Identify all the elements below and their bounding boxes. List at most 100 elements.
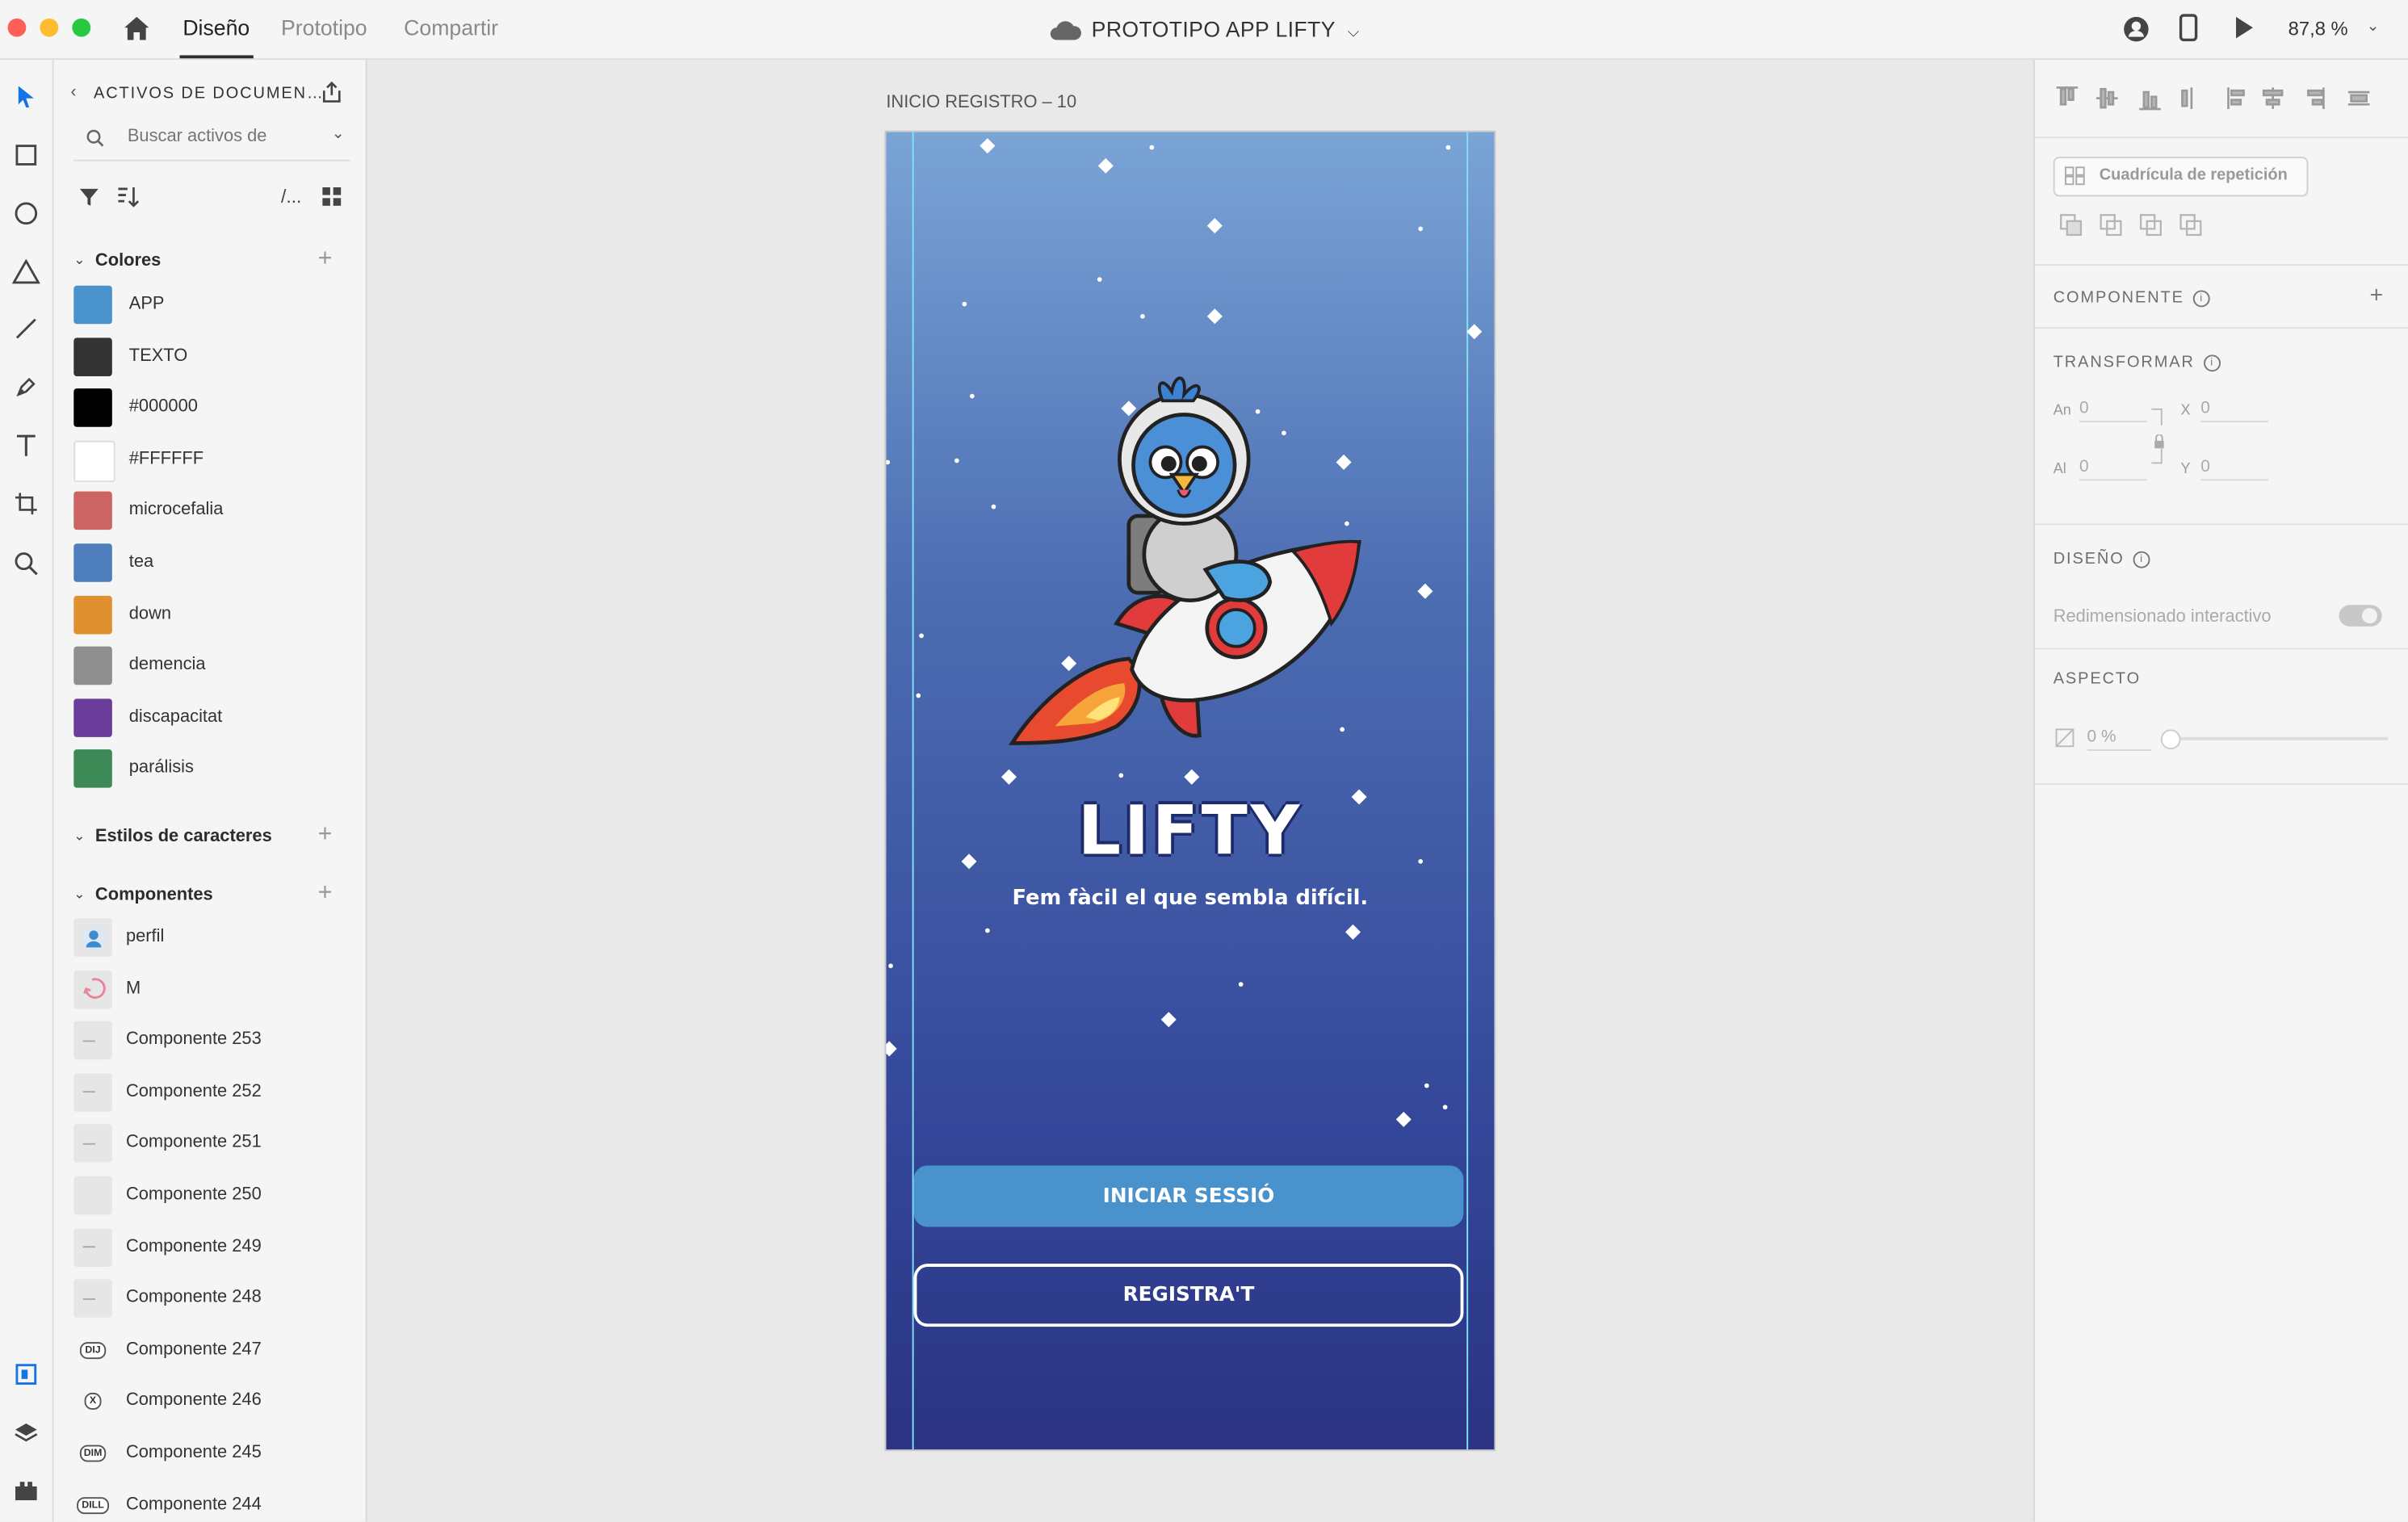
zoom-chevron-icon[interactable]: ⌄ <box>2367 19 2380 36</box>
component-row[interactable]: Componente 248 <box>73 1279 350 1319</box>
color-swatch-row[interactable]: down <box>73 595 350 635</box>
artboard-tool-icon[interactable] <box>6 484 46 523</box>
polygon-tool-icon[interactable] <box>6 252 46 291</box>
color-swatch-row[interactable]: parálisis <box>73 749 350 790</box>
info-icon[interactable]: i <box>2193 290 2211 308</box>
color-swatch-label: tea <box>128 552 154 572</box>
component-row[interactable]: DIJ Componente 247 <box>73 1331 350 1370</box>
add-component-icon[interactable]: + <box>318 881 333 905</box>
height-field[interactable]: 0 <box>2079 458 2147 481</box>
color-swatch[interactable] <box>73 492 112 530</box>
share-user-icon[interactable] <box>2122 15 2150 51</box>
char-styles-collapse-chevron-icon[interactable]: ⌄ <box>73 828 85 845</box>
y-field[interactable]: 0 <box>2200 458 2268 481</box>
ellipse-tool-icon[interactable] <box>6 194 46 233</box>
component-row[interactable]: Componente 252 <box>73 1072 350 1113</box>
layers-icon[interactable] <box>6 1413 46 1453</box>
y-label: Y <box>2180 460 2191 478</box>
select-tool-icon[interactable] <box>6 77 46 116</box>
search-input[interactable] <box>127 124 313 149</box>
opacity-slider-thumb[interactable] <box>2160 729 2181 750</box>
component-row[interactable]: perfil <box>73 918 350 958</box>
line-tool-icon[interactable] <box>6 308 46 348</box>
active-tab-indicator <box>179 55 254 59</box>
stars-background <box>886 138 1483 1127</box>
component-row[interactable]: Componente 250 <box>73 1176 350 1216</box>
refresh-icon <box>82 978 105 1000</box>
width-field[interactable]: 0 <box>2079 399 2147 422</box>
add-color-icon[interactable]: + <box>318 246 333 270</box>
add-char-style-icon[interactable]: + <box>318 822 333 846</box>
zoom-tool-icon[interactable] <box>6 543 46 583</box>
color-swatch-row[interactable]: APP <box>73 285 350 325</box>
component-thumb-badge: X <box>85 1393 101 1411</box>
grid-view-icon[interactable] <box>321 186 342 215</box>
responsive-resize-toggle[interactable] <box>2339 605 2382 627</box>
component-thumbnail <box>73 918 112 957</box>
opacity-field[interactable]: 0 % <box>2087 727 2152 751</box>
component-row[interactable]: Componente 249 <box>73 1227 350 1268</box>
color-swatch[interactable] <box>73 749 112 789</box>
colors-section-title[interactable]: Colores <box>95 252 161 270</box>
artboard[interactable]: LIFTY Fem fàcil el que sembla difícil. I… <box>884 130 1496 1452</box>
color-swatch[interactable] <box>73 337 112 376</box>
astronaut-bird-rocket-illustration <box>1009 376 1361 745</box>
color-swatch[interactable] <box>73 285 112 325</box>
back-chevron-icon[interactable]: ‹ <box>70 83 76 102</box>
color-swatch[interactable] <box>73 543 112 582</box>
artboard-label[interactable]: INICIO REGISTRO – 10 <box>886 94 1076 112</box>
component-row[interactable]: Componente 251 <box>73 1124 350 1164</box>
component-row[interactable]: DILL Componente 244 <box>73 1486 350 1522</box>
colors-collapse-chevron-icon[interactable]: ⌄ <box>73 252 85 269</box>
component-row[interactable]: Componente 253 <box>73 1021 350 1061</box>
x-field[interactable]: 0 <box>2200 399 2268 422</box>
color-swatch[interactable] <box>73 440 115 482</box>
search-dropdown-chevron-icon[interactable]: ⌄ <box>332 126 345 143</box>
text-tool-icon[interactable] <box>6 426 46 465</box>
color-swatch-row[interactable]: microcefalia <box>73 492 350 531</box>
assets-panel-icon[interactable] <box>6 1354 46 1394</box>
chevron-down-icon[interactable]: ⌵ <box>1348 24 1360 41</box>
zoom-level[interactable]: 87,8 % <box>2288 19 2348 40</box>
pen-tool-icon[interactable] <box>6 367 46 407</box>
rectangle-tool-icon[interactable] <box>6 135 46 174</box>
search-underline <box>73 159 350 161</box>
path-filter[interactable]: /... <box>281 186 301 208</box>
color-swatch-row[interactable]: discapacitat <box>73 698 350 738</box>
color-swatch[interactable] <box>73 698 112 737</box>
assets-header: ACTIVOS DE DOCUMEN… <box>94 84 325 103</box>
export-icon[interactable] <box>320 80 344 112</box>
color-swatch-row[interactable]: demencia <box>73 647 350 686</box>
properties-panel: Cuadrícula de repetición COMPONENTE i + T… <box>2033 60 2408 1522</box>
filter-icon[interactable] <box>78 186 100 215</box>
info-icon[interactable]: i <box>2133 551 2151 568</box>
add-component-icon[interactable]: + <box>2369 283 2383 308</box>
color-swatch-row[interactable]: TEXTO <box>73 337 350 377</box>
component-label: Componente 244 <box>125 1495 262 1514</box>
device-preview-icon[interactable] <box>2179 14 2198 49</box>
color-swatch[interactable] <box>73 388 112 428</box>
char-styles-section-title[interactable]: Estilos de caracteres <box>95 828 272 846</box>
plugins-icon[interactable] <box>6 1471 46 1511</box>
info-icon[interactable]: i <box>2204 354 2221 372</box>
components-collapse-chevron-icon[interactable]: ⌄ <box>73 886 85 903</box>
color-swatch-row[interactable]: #000000 <box>73 388 350 429</box>
component-thumbnail <box>73 1176 112 1215</box>
color-swatch-label: APP <box>128 295 165 313</box>
play-icon[interactable] <box>2233 15 2255 48</box>
component-row[interactable]: DIM Componente 245 <box>73 1434 350 1474</box>
login-button[interactable]: INICIAR SESSIÓ <box>913 1165 1464 1227</box>
register-button[interactable]: REGISTRA'T <box>913 1264 1464 1327</box>
color-swatch[interactable] <box>73 595 112 634</box>
color-swatch[interactable] <box>73 647 112 686</box>
component-thumbnail: DILL <box>73 1486 112 1522</box>
component-row[interactable]: M <box>73 970 350 1009</box>
components-section-title[interactable]: Componentes <box>95 886 213 904</box>
color-swatch-row[interactable]: tea <box>73 543 350 583</box>
sort-icon[interactable] <box>115 186 140 215</box>
repeat-grid-button[interactable]: Cuadrícula de repetición <box>2053 156 2309 197</box>
document-title[interactable]: PROTOTIPO APP LIFTY <box>1092 17 1336 41</box>
color-swatch-row[interactable]: #FFFFFF <box>73 440 350 482</box>
component-row[interactable]: X Componente 246 <box>73 1382 350 1422</box>
opacity-slider[interactable] <box>2170 736 2389 740</box>
